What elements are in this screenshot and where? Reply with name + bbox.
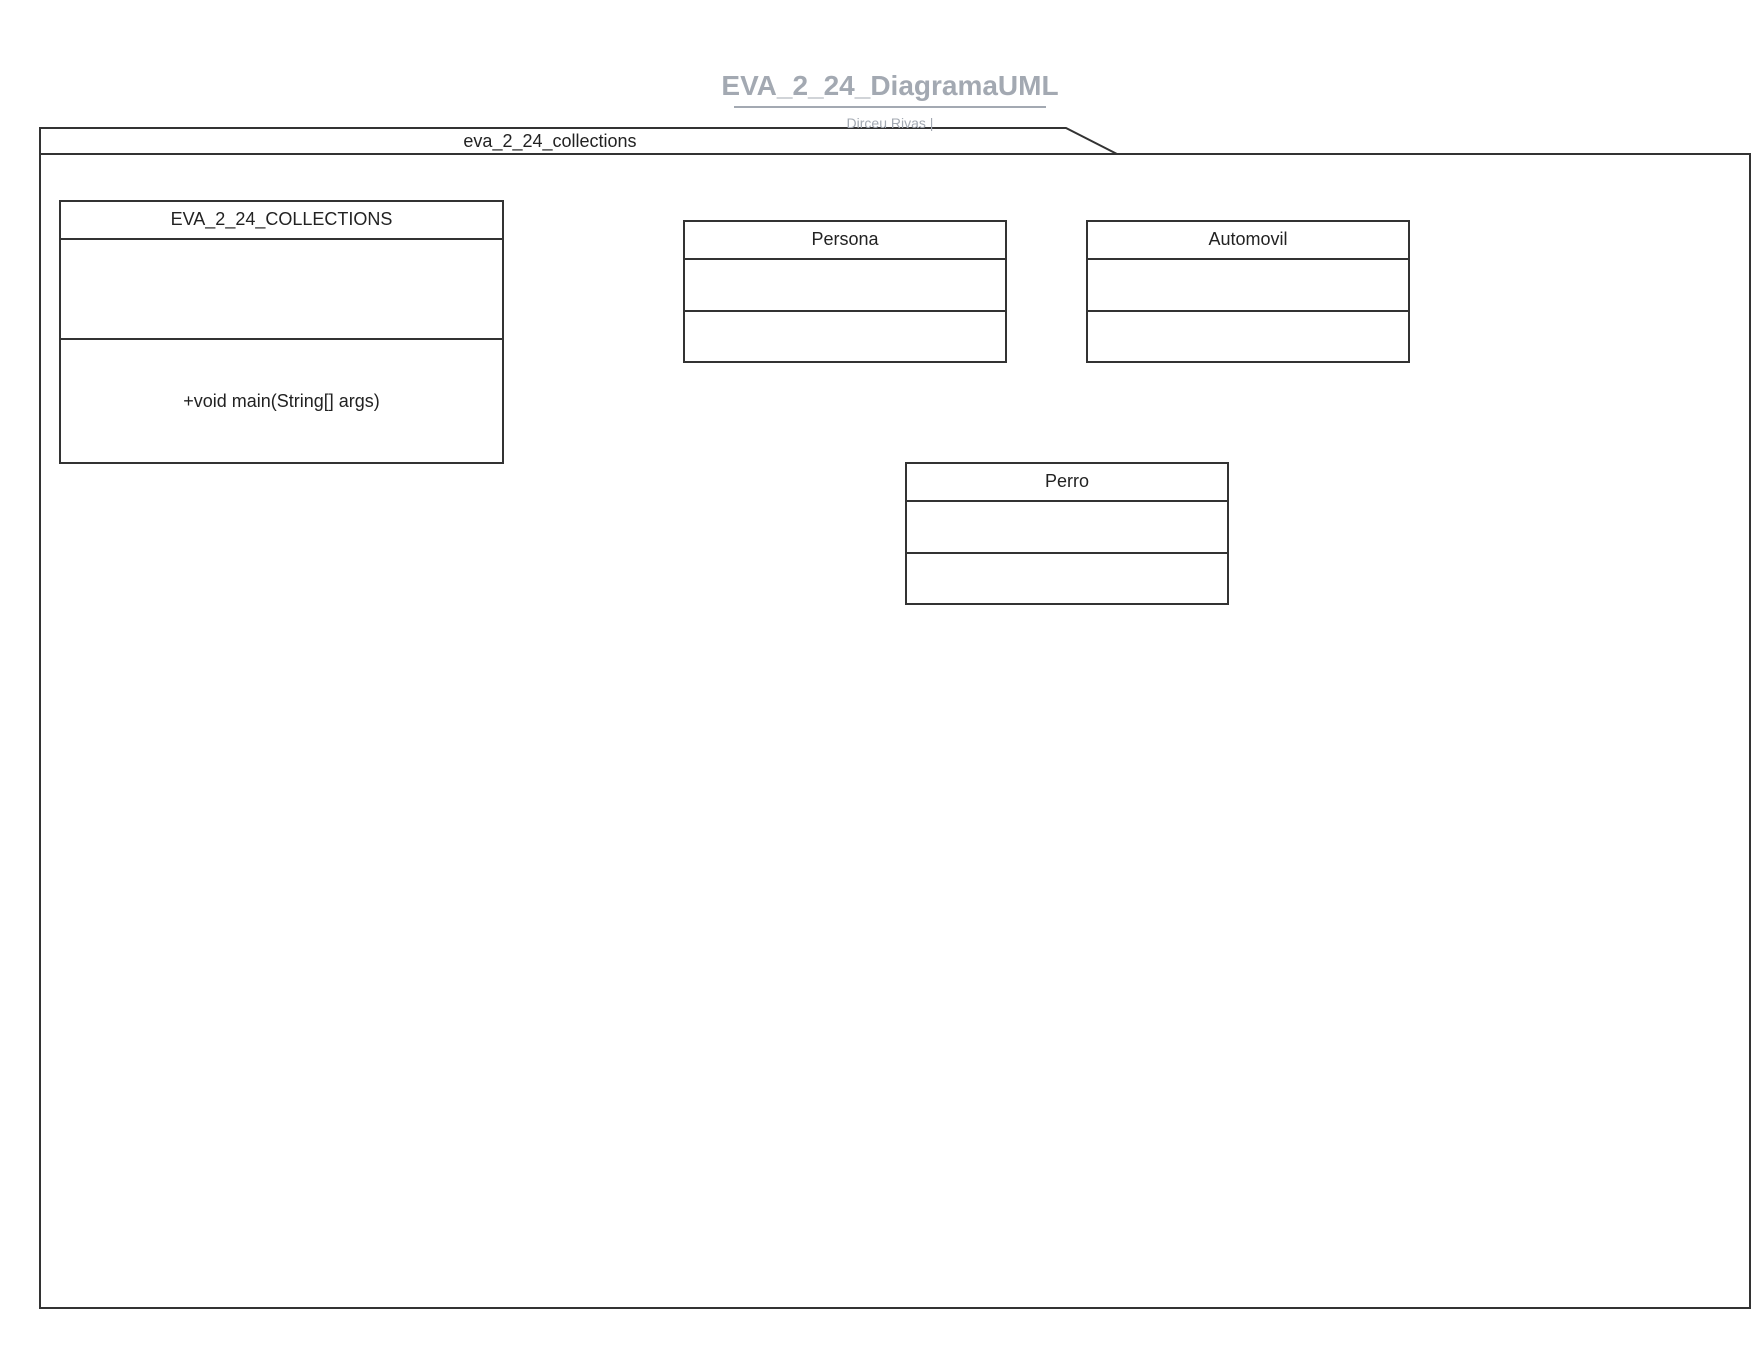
package-name: eva_2_24_collections xyxy=(463,131,637,151)
class-name: Perro xyxy=(907,464,1227,502)
class-name: Persona xyxy=(685,222,1005,260)
class-attributes-section xyxy=(1088,260,1408,312)
uml-class-persona[interactable]: Persona xyxy=(683,220,1007,363)
class-attributes-section xyxy=(685,260,1005,312)
title-underline xyxy=(734,106,1046,108)
diagram-title: EVA_2_24_DiagramaUML xyxy=(721,70,1059,101)
uml-class-automovil[interactable]: Automovil xyxy=(1086,220,1410,363)
class-methods-section: +void main(String[] args) xyxy=(61,340,502,462)
method-main: +void main(String[] args) xyxy=(183,390,380,411)
class-name: Automovil xyxy=(1088,222,1408,260)
class-methods-section xyxy=(907,554,1227,603)
class-attributes-section xyxy=(61,240,502,340)
uml-class-eva-2-24-collections[interactable]: EVA_2_24_COLLECTIONS +void main(String[]… xyxy=(59,200,504,464)
class-methods-section xyxy=(685,312,1005,361)
class-name: EVA_2_24_COLLECTIONS xyxy=(61,202,502,240)
class-methods-section xyxy=(1088,312,1408,361)
uml-class-perro[interactable]: Perro xyxy=(905,462,1229,605)
class-attributes-section xyxy=(907,502,1227,554)
